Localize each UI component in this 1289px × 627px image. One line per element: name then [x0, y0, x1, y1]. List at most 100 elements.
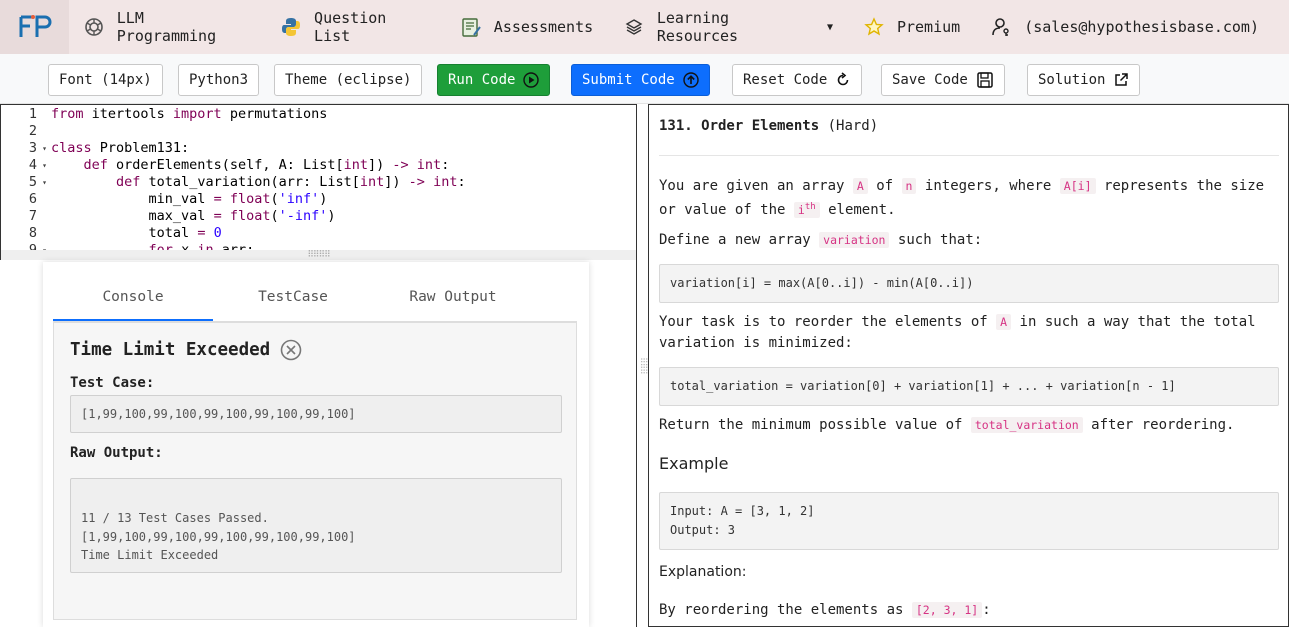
raw-output-line: 11 / 13 Test Cases Passed. [81, 511, 269, 525]
top-navbar: LLM Programming Question List Assessment… [0, 0, 1289, 54]
font-size-label: Font (14px) [59, 72, 152, 88]
code-line: 9▾ for x in arr: [1, 242, 636, 250]
reset-code-label: Reset Code [743, 72, 828, 88]
result-status-text: Time Limit Exceeded [70, 340, 271, 360]
nav-premium[interactable]: Premium [863, 0, 960, 54]
raw-output-line: Time Limit Exceeded [81, 548, 219, 562]
theme-button[interactable]: Theme (eclipse) [274, 64, 423, 96]
site-logo[interactable] [0, 0, 70, 54]
example-output: Output: 3 [670, 523, 736, 537]
language-label: Python3 [189, 72, 249, 88]
fold-arrow-icon[interactable]: ▾ [42, 242, 47, 250]
problem-panel: 131. Order Elements (Hard) You are given… [648, 104, 1289, 627]
editor-toolbar: Font (14px) Python3 Theme (eclipse) Run … [0, 54, 1289, 104]
code-line: 8 total = 0 [1, 225, 636, 242]
save-icon [977, 72, 993, 88]
submit-code-label: Submit Code [582, 72, 675, 88]
nav-account-label: (sales@hypothesisbase.com) [1024, 18, 1259, 36]
test-case-value: [1,99,100,99,100,99,100,99,100,99,100] [81, 407, 356, 421]
run-code-label: Run Code [448, 72, 516, 88]
tab-testcase[interactable]: TestCase [213, 276, 373, 321]
line-number: 6 [28, 191, 37, 207]
nav-llm-programming[interactable]: LLM Programming [83, 0, 250, 54]
language-button[interactable]: Python3 [178, 64, 260, 96]
vertical-resize-handle[interactable]: ⠿⠿⠿ [637, 104, 648, 627]
problem-paragraph-1: You are given an array A of n integers, … [659, 178, 1265, 218]
reset-code-button[interactable]: Reset Code [732, 64, 863, 96]
code-line: 4 ▾ def orderElements(self, A: List[int])… [28, 157, 450, 174]
horizontal-resize-handle[interactable]: ⠿⠿⠿⠿ [0, 250, 637, 260]
console-card: Console TestCase Raw Output Time Limit E… [43, 262, 589, 627]
fold-arrow-icon[interactable]: ▾ [42, 157, 47, 174]
formula-total-variation: total_variation = variation[0] + variati… [659, 367, 1279, 406]
nav-assessments-label: Assessments [493, 18, 594, 36]
star-icon [863, 16, 885, 38]
formula-variation: variation[i] = max(A[0..i]) - min(A[0..i… [659, 264, 1279, 303]
code-line: 6 min_val = float('inf') [1, 191, 636, 208]
fp-logo-icon [19, 15, 51, 37]
tab-console[interactable]: Console [53, 276, 213, 321]
code-line: 5 ▾ def total_variation(arr: List[int]) -… [28, 174, 466, 191]
save-code-button[interactable]: Save Code [881, 64, 1005, 96]
reset-icon [838, 72, 849, 86]
example-input: Input: A = [3, 1, 2] [670, 504, 815, 518]
close-circle-icon [280, 339, 302, 361]
code-line: 3 ▾ class Problem131: [28, 140, 190, 157]
nav-assessments[interactable]: Assessments [460, 0, 593, 54]
tab-raw-output[interactable]: Raw Output [373, 276, 533, 321]
user-key-icon [990, 16, 1012, 38]
result-box: Time Limit Exceeded Test Case: [1,99,100… [53, 322, 577, 620]
problem-paragraph-3: Your task is to reorder the elements of … [659, 314, 1256, 351]
example-block: Input: A = [3, 1, 2] Output: 3 [659, 492, 1279, 550]
line-number: 8 [28, 225, 37, 241]
code-editor[interactable]: 1 from itertools import permutations 2 3 ▾… [0, 104, 637, 250]
lower-panel: Console TestCase Raw Output Time Limit E… [0, 260, 637, 627]
font-size-button[interactable]: Font (14px) [48, 64, 163, 96]
nav-llm-programming-label: LLM Programming [116, 9, 217, 45]
assessment-icon [460, 16, 482, 38]
example-heading: Example [659, 454, 729, 473]
divider [659, 155, 1279, 156]
save-code-label: Save Code [892, 72, 968, 88]
nav-account[interactable]: (sales@hypothesisbase.com) [990, 0, 1259, 54]
theme-label: Theme (eclipse) [285, 72, 412, 88]
line-number: 5 [28, 174, 37, 190]
raw-output-field: 11 / 13 Test Cases Passed. [1,99,100,99,… [70, 478, 562, 573]
python-icon [280, 16, 302, 38]
nav-learning-resources[interactable]: Learning Resources ▼ [623, 0, 833, 54]
fold-arrow-icon[interactable]: ▾ [42, 140, 47, 157]
solution-button[interactable]: Solution [1027, 64, 1141, 96]
line-number: 3 [28, 140, 37, 156]
problem-name: 131. Order Elements [659, 118, 820, 134]
line-number: 1 [28, 106, 37, 122]
submit-code-button[interactable]: Submit Code [571, 64, 710, 96]
code-line: 2 [1, 123, 636, 140]
arrow-up-circle-icon [683, 72, 699, 88]
solution-label: Solution [1038, 72, 1106, 88]
external-link-icon [1115, 73, 1129, 86]
problem-paragraph-4: Return the minimum possible value of tot… [659, 417, 1235, 433]
openai-icon [83, 16, 105, 38]
problem-paragraph-2: Define a new array variation such that: [659, 232, 983, 248]
test-case-field: [1,99,100,99,100,99,100,99,100,99,100] [70, 395, 562, 433]
problem-paragraph-5: By reordering the elements as [2, 3, 1]: [659, 602, 991, 618]
raw-output-line: [1,99,100,99,100,99,100,99,100,99,100] [81, 529, 356, 544]
fold-arrow-icon[interactable]: ▾ [42, 174, 47, 191]
chevron-down-icon: ▼ [826, 21, 833, 33]
difficulty-badge: (Hard) [827, 118, 879, 134]
code-line: 1 from itertools import permutations [1, 106, 636, 123]
line-number: 9 [28, 242, 37, 250]
layers-icon [623, 16, 645, 38]
nav-learning-resources-label: Learning Resources [656, 9, 739, 45]
raw-output-label: Raw Output: [70, 445, 163, 461]
nav-question-list[interactable]: Question List [280, 0, 429, 54]
run-code-button[interactable]: Run Code [437, 64, 551, 96]
line-number: 7 [28, 208, 37, 224]
nav-question-list-label: Question List [314, 9, 387, 45]
console-tabs: Console TestCase Raw Output [53, 276, 577, 322]
line-number: 4 [28, 157, 37, 173]
code-line: 7 max_val = float('-inf') [1, 208, 636, 225]
test-case-label: Test Case: [70, 375, 155, 391]
play-circle-icon [523, 72, 540, 88]
problem-title: 131. Order Elements (Hard) [659, 118, 878, 134]
